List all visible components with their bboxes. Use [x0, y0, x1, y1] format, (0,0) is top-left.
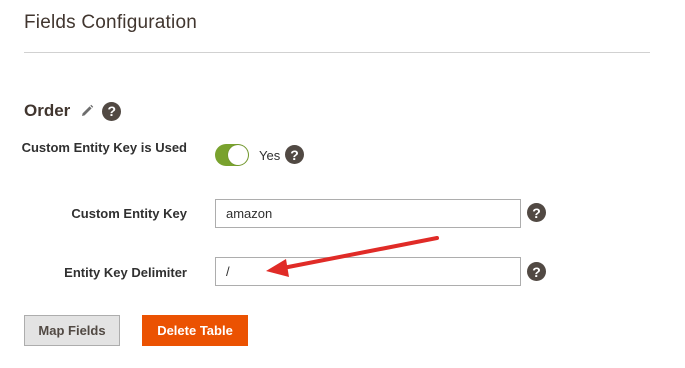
- entity-key-delimiter-label: Entity Key Delimiter: [64, 265, 187, 280]
- help-icon[interactable]: ?: [102, 101, 122, 121]
- toggle-state-label: Yes: [259, 148, 281, 163]
- map-fields-button[interactable]: Map Fields: [24, 315, 120, 346]
- custom-entity-key-used-toggle[interactable]: [215, 144, 249, 166]
- custom-entity-key-input[interactable]: [215, 199, 521, 228]
- pencil-icon[interactable]: [80, 104, 94, 118]
- annotation-arrow: [266, 236, 439, 277]
- toggle-knob: [228, 145, 248, 165]
- custom-entity-key-used-label: Custom Entity Key is Used: [21, 140, 187, 155]
- section-title: Order: [24, 101, 71, 120]
- help-icon[interactable]: ?: [527, 203, 546, 222]
- custom-entity-key-label: Custom Entity Key: [71, 206, 187, 221]
- title-divider: [24, 52, 650, 53]
- help-icon[interactable]: ?: [285, 145, 304, 164]
- help-icon[interactable]: ?: [527, 262, 546, 281]
- page-title: Fields Configuration: [24, 12, 197, 33]
- entity-key-delimiter-input[interactable]: [215, 257, 521, 286]
- delete-table-button[interactable]: Delete Table: [142, 315, 248, 346]
- section-header: Order ?: [24, 99, 122, 123]
